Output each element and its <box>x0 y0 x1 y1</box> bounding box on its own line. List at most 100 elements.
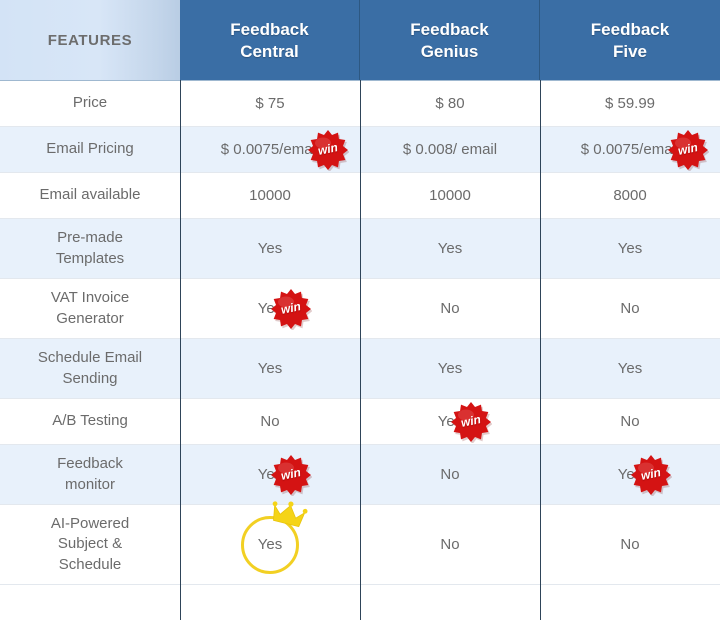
value-cell: Yes <box>540 339 720 398</box>
value-cell: Yes <box>180 219 360 278</box>
cell-value: No <box>440 535 460 553</box>
cell-value: $ 59.99 <box>604 94 656 112</box>
table-header-row: FEATURES Feedback Central Feedback Geniu… <box>0 0 720 81</box>
comparison-table: FEATURES Feedback Central Feedback Geniu… <box>0 0 720 620</box>
feature-label-cell: Price <box>0 81 180 126</box>
cell-value: Yes <box>257 239 283 257</box>
header-label-features: FEATURES <box>47 32 133 49</box>
header-label-feedback-five: Feedback Five <box>591 19 669 62</box>
feature-label-cell: Pre-made Templates <box>0 219 180 278</box>
cell-value: 10000 <box>429 186 471 204</box>
value-cell: No <box>180 399 360 444</box>
feature-label-line1: AI-Powered <box>50 515 130 533</box>
header-label-line1: Feedback <box>590 20 670 40</box>
feature-label: Feedback monitor <box>57 454 123 495</box>
feature-label-line2: Templates <box>55 249 125 267</box>
value-cell: $ 59.99 <box>540 81 720 126</box>
value-cell: Yes <box>540 219 720 278</box>
value-wrapper: No <box>620 412 639 432</box>
feature-label-line2: Sending <box>62 369 118 387</box>
cell-value: $ 0.0075/email <box>220 140 320 158</box>
cell-value: $ 0.008/ email <box>402 140 498 158</box>
header-label-line2: Genius <box>420 41 479 61</box>
cell-value: No <box>620 412 640 430</box>
value-cell: $ 0.0075/email win <box>180 127 360 172</box>
value-cell: Yes win <box>180 279 360 338</box>
feature-label-cell: AI-Powered Subject & Schedule <box>0 505 180 584</box>
cell-value: Yes <box>437 239 463 257</box>
cell-value: $ 0.0075/email <box>580 140 680 158</box>
value-wrapper: Yes win <box>257 454 313 496</box>
feature-label: A/B Testing <box>52 412 128 430</box>
feature-label: Pre-made Templates <box>56 228 124 269</box>
header-label-feedback-central: Feedback Central <box>230 19 308 62</box>
value-wrapper: Yes <box>438 359 462 379</box>
value-wrapper: $ 75 <box>255 94 284 114</box>
header-cell-feedback-five[interactable]: Feedback Five <box>540 0 720 81</box>
header-cell-features: FEATURES <box>0 0 180 81</box>
value-wrapper: Yes <box>258 239 282 259</box>
value-wrapper: No <box>440 465 459 485</box>
value-cell: Yes <box>180 500 360 584</box>
value-cell: No <box>360 505 540 584</box>
cell-value: $ 75 <box>255 94 285 112</box>
value-cell: Yes win <box>360 399 540 444</box>
feature-label-line1: Feedback <box>57 455 123 473</box>
value-wrapper: Yes win <box>618 454 673 496</box>
feature-label-line2: Generator <box>56 309 124 327</box>
value-cell: No <box>540 279 720 338</box>
header-label-line1: Feedback <box>230 20 309 40</box>
feature-label-cell: Schedule Email Sending <box>0 339 180 398</box>
cell-value: $ 80 <box>435 94 465 112</box>
value-wrapper: $ 0.0075/email win <box>220 129 350 171</box>
header-label-line2: Five <box>612 41 648 61</box>
value-cell: 8000 <box>540 173 720 218</box>
value-cell: $ 0.0075/email win <box>540 127 720 172</box>
value-cell: Yes <box>360 339 540 398</box>
feature-label-cell: VAT Invoice Generator <box>0 279 180 338</box>
value-cell: $ 75 <box>180 81 360 126</box>
header-cell-feedback-genius[interactable]: Feedback Genius <box>360 0 540 81</box>
feature-label-line3: Schedule <box>58 555 122 573</box>
value-wrapper: 10000 <box>249 186 291 206</box>
crowned-value: Yes <box>239 500 308 576</box>
feature-label: Email available <box>39 186 141 204</box>
value-cell: $ 0.008/ email <box>360 127 540 172</box>
feature-label: Price <box>72 94 108 112</box>
feature-label-line1: Pre-made <box>57 229 123 247</box>
value-wrapper: $ 0.008/ email <box>403 140 497 160</box>
value-cell: Yes <box>360 219 540 278</box>
feature-label: Schedule Email Sending <box>38 348 142 389</box>
column-divider-3 <box>540 80 541 620</box>
value-wrapper: No <box>620 535 639 555</box>
cell-value: No <box>440 299 460 317</box>
crown-icon <box>269 500 309 530</box>
feature-label: VAT Invoice Generator <box>51 288 129 329</box>
column-divider-1 <box>180 80 181 620</box>
feature-label-cell: Email available <box>0 173 180 218</box>
value-cell: 10000 <box>360 173 540 218</box>
cell-value: Yes <box>437 359 463 377</box>
value-wrapper: Yes <box>258 359 282 379</box>
value-cell: No <box>360 445 540 504</box>
value-wrapper: $ 59.99 <box>605 94 655 114</box>
cell-value: No <box>620 299 640 317</box>
feature-label-cell: Email Pricing <box>0 127 180 172</box>
header-label-feedback-genius: Feedback Genius <box>410 19 488 62</box>
header-label-line2: Central <box>240 41 299 61</box>
header-cell-feedback-central[interactable]: Feedback Central <box>180 0 360 81</box>
value-wrapper: No <box>440 535 459 555</box>
value-cell: No <box>360 279 540 338</box>
value-wrapper: Yes win <box>437 401 493 443</box>
cell-value: Yes <box>257 299 283 317</box>
value-wrapper: $ 0.0075/email win <box>580 129 710 171</box>
value-cell: 10000 <box>180 173 360 218</box>
column-divider-2 <box>360 80 361 620</box>
cell-value: 10000 <box>249 186 291 204</box>
cell-value: Yes <box>437 412 463 430</box>
cell-value: Yes <box>257 535 283 553</box>
feature-label-cell: A/B Testing <box>0 399 180 444</box>
cell-value: Yes <box>257 465 283 483</box>
value-wrapper: No <box>440 299 459 319</box>
feature-label-line1: VAT Invoice <box>50 289 130 307</box>
